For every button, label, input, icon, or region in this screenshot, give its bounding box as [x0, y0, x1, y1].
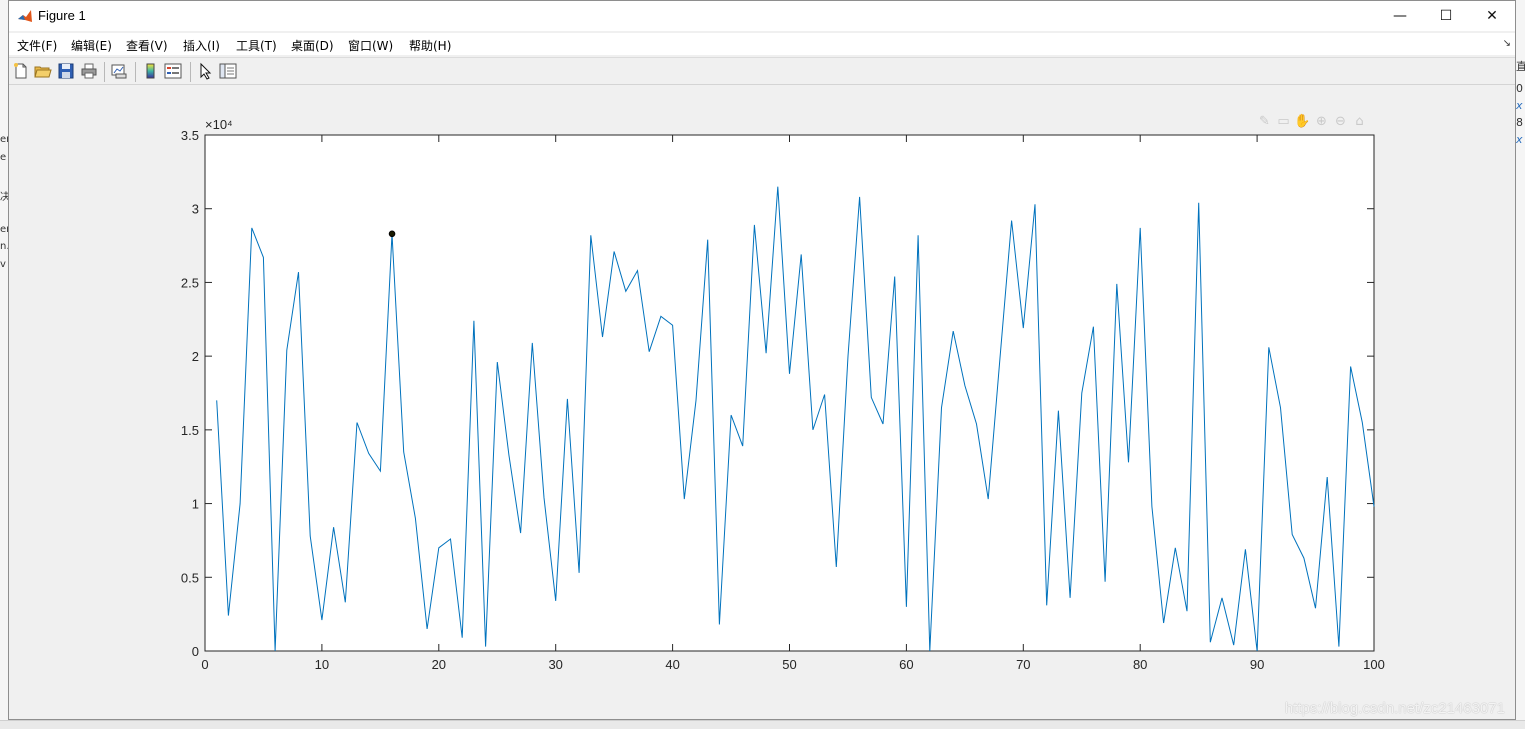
title-bar[interactable]: Figure 1 — ☐ ✕ [9, 1, 1515, 31]
minimize-button[interactable]: — [1377, 1, 1423, 31]
brush-icon[interactable]: ✎ [1256, 114, 1273, 130]
line-plot[interactable]: 0 10 20 30 40 50 60 70 80 90 100 0 0.5 1 1.5 2 2.5 3 3.5 ×1… [9, 86, 1515, 719]
toolbar-separator [104, 62, 105, 82]
bg-text-fragment: 0 [1516, 82, 1523, 95]
menu-edit[interactable]: 编辑(E) [71, 37, 112, 54]
y-tick-label: 2 [192, 349, 199, 364]
zoom-in-icon[interactable]: ⊕ [1313, 114, 1330, 130]
close-button[interactable]: ✕ [1469, 1, 1515, 31]
new-figure-icon[interactable] [12, 62, 30, 80]
x-tick-label: 60 [899, 657, 913, 672]
toolbar-separator [190, 62, 191, 82]
insert-colorbar-icon[interactable] [142, 62, 160, 80]
edit-plot-pointer-icon[interactable] [197, 62, 215, 80]
x-tick-label: 100 [1363, 657, 1385, 672]
close-icon: ✕ [1486, 8, 1498, 24]
maximize-icon: ☐ [1440, 8, 1453, 24]
axes-toolbar: ✎ ▭ ✋ ⊕ ⊖ ⌂ [1256, 114, 1368, 130]
x-tick-label: 50 [782, 657, 796, 672]
y-tick-label: 2.5 [181, 275, 199, 290]
data-tips-icon[interactable]: ▭ [1275, 114, 1292, 130]
x-tick-label: 20 [432, 657, 446, 672]
insert-legend-icon[interactable] [164, 62, 182, 80]
x-tick-label: 0 [201, 657, 208, 672]
background-right-panel: 直 0 x 8 x [1515, 0, 1525, 728]
menu-bar: 文件(F) 编辑(E) 查看(V) 插入(I) 工具(T) 桌面(D) 窗口(W… [9, 33, 1515, 55]
y-tick-label: 1.5 [181, 423, 199, 438]
dock-arrow-icon[interactable]: ↘ [1503, 38, 1511, 49]
y-tick-label: 0.5 [181, 570, 199, 585]
pan-icon[interactable]: ✋ [1294, 114, 1311, 130]
menu-window[interactable]: 窗口(W) [348, 37, 393, 54]
bg-text-fragment: e [0, 152, 6, 163]
matlab-logo-icon [17, 8, 33, 24]
y-exponent-label: ×10⁴ [205, 117, 233, 132]
zoom-out-icon[interactable]: ⊖ [1332, 114, 1349, 130]
bg-text-fragment: 直 [1516, 58, 1525, 74]
menu-view[interactable]: 查看(V) [126, 37, 168, 54]
open-file-icon[interactable] [34, 62, 52, 80]
menu-file[interactable]: 文件(F) [17, 37, 57, 54]
figure-toolbar [9, 57, 1515, 85]
maximize-button[interactable]: ☐ [1423, 1, 1469, 31]
menu-help[interactable]: 帮助(H) [409, 37, 451, 54]
highlighted-data-point [389, 231, 395, 237]
x-tick-label: 80 [1133, 657, 1147, 672]
x-tick-label: 90 [1250, 657, 1264, 672]
figure-window: Figure 1 — ☐ ✕ 文件(F) 编辑(E) 查看(V) 插入(I) 工… [8, 0, 1516, 720]
bg-text-fragment: 8 [1516, 116, 1523, 129]
y-tick-label: 0 [192, 644, 199, 659]
link-plot-icon[interactable] [110, 62, 128, 80]
property-inspector-icon[interactable] [219, 62, 237, 80]
bg-text-fragment: x [1516, 133, 1523, 146]
minimize-icon: — [1393, 8, 1407, 24]
window-title: Figure 1 [38, 8, 86, 23]
watermark-text: https://blog.csdn.net/zc21463071 [1285, 700, 1505, 717]
menu-desktop[interactable]: 桌面(D) [291, 37, 334, 54]
home-icon[interactable]: ⌂ [1351, 114, 1368, 130]
x-tick-label: 70 [1016, 657, 1030, 672]
figure-canvas[interactable]: 0 10 20 30 40 50 60 70 80 90 100 0 0.5 1 1.5 2 2.5 3 3.5 ×1… [9, 86, 1515, 719]
menu-insert[interactable]: 插入(I) [183, 37, 220, 54]
bg-text-fragment: x [1516, 99, 1523, 112]
x-tick-label: 10 [315, 657, 329, 672]
save-icon[interactable] [57, 62, 75, 80]
x-tick-label: 30 [548, 657, 562, 672]
menu-tools[interactable]: 工具(T) [236, 37, 277, 54]
x-tick-label: 40 [665, 657, 679, 672]
bg-text-fragment: v [0, 259, 6, 270]
y-tick-label: 3 [192, 202, 199, 217]
toolbar-separator [135, 62, 136, 82]
y-tick-label: 3.5 [181, 128, 199, 143]
print-icon[interactable] [80, 62, 98, 80]
y-tick-label: 1 [192, 497, 199, 512]
